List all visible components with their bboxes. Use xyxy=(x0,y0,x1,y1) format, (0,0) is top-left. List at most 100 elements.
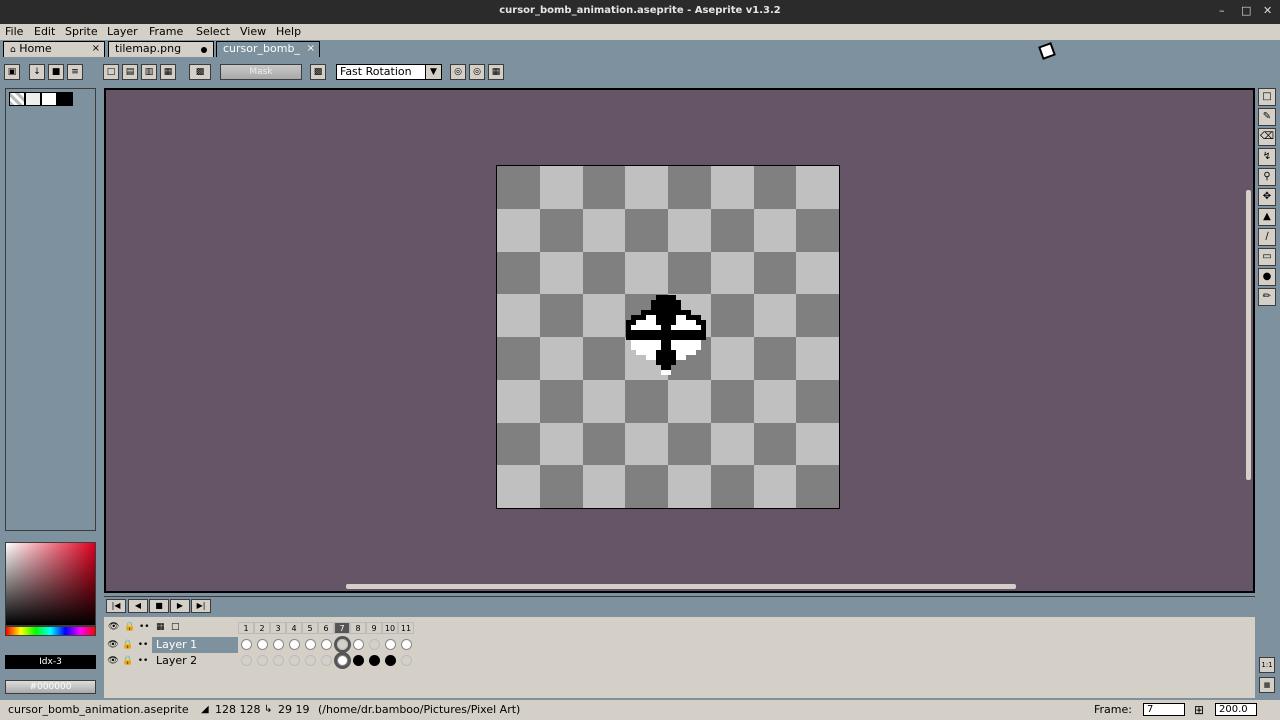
stop-play-icon[interactable]: ■ xyxy=(149,599,169,613)
move-tool-icon[interactable]: ✥ xyxy=(1258,188,1276,206)
eye-icon[interactable]: 👁 xyxy=(106,654,120,668)
frame-header-4[interactable]: 4 xyxy=(286,622,302,634)
continuous-icon[interactable]: •• xyxy=(136,638,150,652)
cel[interactable] xyxy=(289,655,300,666)
frame-header-9[interactable]: 9 xyxy=(366,622,382,634)
menu-edit[interactable]: Edit xyxy=(34,24,55,40)
timeline-settings-icon[interactable]: ▦ xyxy=(1259,677,1275,693)
color-hex-label[interactable]: #000000 xyxy=(5,680,96,694)
cel[interactable] xyxy=(337,655,348,666)
cel[interactable] xyxy=(401,655,412,666)
color-index-label[interactable]: Idx-3 xyxy=(5,655,96,669)
pencil-tool-icon[interactable]: ✎ xyxy=(1258,108,1276,126)
cel[interactable] xyxy=(369,655,380,666)
cel[interactable] xyxy=(273,655,284,666)
transparent-swatch[interactable] xyxy=(9,92,25,106)
frame-header-11[interactable]: 11 xyxy=(398,622,414,634)
blur-tool-icon[interactable]: ● xyxy=(1258,268,1276,286)
zoom-input[interactable]: 200.0 xyxy=(1215,703,1257,716)
palette-swatch[interactable] xyxy=(57,92,73,106)
menu-lines-icon[interactable]: ≡ xyxy=(67,64,83,80)
frame-header-8[interactable]: 8 xyxy=(350,622,366,634)
frame-header-2[interactable]: 2 xyxy=(254,622,270,634)
palette-swatch[interactable] xyxy=(25,92,41,106)
brush-tool-icon[interactable]: ✏ xyxy=(1258,288,1276,306)
cel[interactable] xyxy=(241,639,252,650)
selection-add-icon[interactable]: ▤ xyxy=(122,64,138,80)
eraser-tool-icon[interactable]: ⌫ xyxy=(1258,128,1276,146)
last-frame-icon[interactable]: ▶| xyxy=(191,599,211,613)
cel[interactable] xyxy=(321,655,332,666)
menu-view[interactable]: View xyxy=(240,24,266,40)
pivot-icon[interactable]: ▩ xyxy=(310,64,326,80)
cel[interactable] xyxy=(353,639,364,650)
previous-frame-icon[interactable]: ◀ xyxy=(128,599,148,613)
rectangle-tool-icon[interactable]: ▭ xyxy=(1258,248,1276,266)
cel[interactable] xyxy=(385,655,396,666)
color-spectrum[interactable] xyxy=(5,542,96,626)
rotation-algorithm-select[interactable]: Fast Rotation ▼ xyxy=(336,64,442,80)
cel[interactable] xyxy=(369,639,380,650)
vertical-scrollbar[interactable] xyxy=(1246,190,1251,480)
cel[interactable] xyxy=(289,639,300,650)
tab-close-icon[interactable]: × xyxy=(92,42,100,56)
eye-icon[interactable]: 👁 xyxy=(106,638,120,652)
marquee-tool-icon[interactable]: □ xyxy=(1258,88,1276,106)
frame-header-7[interactable]: 7 xyxy=(334,622,350,634)
layer-row-1[interactable]: 👁 🔒 •• Layer 1 xyxy=(104,637,424,653)
horizontal-scrollbar[interactable] xyxy=(346,584,1016,589)
canvas-area[interactable] xyxy=(104,88,1255,593)
layer-row-2[interactable]: 👁 🔒 •• Layer 2 xyxy=(104,653,424,669)
maximize-button[interactable]: □ xyxy=(1241,4,1251,17)
mask-button[interactable]: Mask xyxy=(220,64,302,80)
cel[interactable] xyxy=(385,639,396,650)
menu-sprite[interactable]: Sprite xyxy=(65,24,98,40)
cel[interactable] xyxy=(241,655,252,666)
frame-input[interactable]: 7 xyxy=(1143,703,1185,716)
tab-tilemap[interactable]: tilemap.png xyxy=(108,41,214,57)
drop-pixels-icon[interactable]: ↓ xyxy=(29,64,45,80)
tab-cursor-bomb[interactable]: cursor_bomb_ × xyxy=(216,41,320,57)
lock-icon[interactable]: 🔒 xyxy=(124,622,135,632)
tab-home[interactable]: ⌂ Home × xyxy=(3,41,105,57)
close-window-button[interactable]: ✕ xyxy=(1263,4,1272,17)
cel[interactable] xyxy=(257,639,268,650)
continuous-icon[interactable]: •• xyxy=(136,654,150,668)
selection-intersect-icon[interactable]: ▦ xyxy=(160,64,176,80)
cel[interactable] xyxy=(305,639,316,650)
cel[interactable] xyxy=(273,639,284,650)
next-frame-icon[interactable]: ▶ xyxy=(170,599,190,613)
frame-header-1[interactable]: 1 xyxy=(238,622,254,634)
lock-icon[interactable]: 🔒 xyxy=(121,638,135,652)
minimize-button[interactable]: – xyxy=(1219,4,1225,17)
palette-swatch[interactable] xyxy=(41,92,57,106)
cel[interactable] xyxy=(257,655,268,666)
cel[interactable] xyxy=(337,639,348,650)
menu-layer[interactable]: Layer xyxy=(107,24,138,40)
tab-close-icon[interactable]: × xyxy=(307,42,315,56)
lock-icon[interactable]: 🔒 xyxy=(121,654,135,668)
first-frame-icon[interactable]: |◀ xyxy=(106,599,126,613)
layer-name[interactable]: Layer 2 xyxy=(152,653,238,669)
cel[interactable] xyxy=(321,639,332,650)
menu-file[interactable]: File xyxy=(5,24,23,40)
frame-header-10[interactable]: 10 xyxy=(382,622,398,634)
onion-skin-icon[interactable]: ▦ xyxy=(156,622,165,632)
options-icon[interactable]: ▦ xyxy=(488,64,504,80)
layer-group-icon[interactable]: □ xyxy=(171,622,180,632)
frame-header-5[interactable]: 5 xyxy=(302,622,318,634)
menu-help[interactable]: Help xyxy=(276,24,301,40)
hue-slider[interactable] xyxy=(5,626,96,636)
selection-subtract-icon[interactable]: ▥ xyxy=(141,64,157,80)
eyedropper-tool-icon[interactable]: ↯ xyxy=(1258,148,1276,166)
layer-name[interactable]: Layer 1 xyxy=(152,637,238,653)
snap-icon[interactable]: ◎ xyxy=(450,64,466,80)
cel[interactable] xyxy=(353,655,364,666)
grid-snap-icon[interactable]: ◎ xyxy=(469,64,485,80)
zoom-tool-icon[interactable]: ⚲ xyxy=(1258,168,1276,186)
frame-header-3[interactable]: 3 xyxy=(270,622,286,634)
stop-icon[interactable]: ■ xyxy=(48,64,64,80)
line-tool-icon[interactable]: ∕ xyxy=(1258,228,1276,246)
add-frame-icon[interactable]: ⊞ xyxy=(1194,701,1204,719)
eye-icon[interactable]: 👁 xyxy=(108,622,119,632)
